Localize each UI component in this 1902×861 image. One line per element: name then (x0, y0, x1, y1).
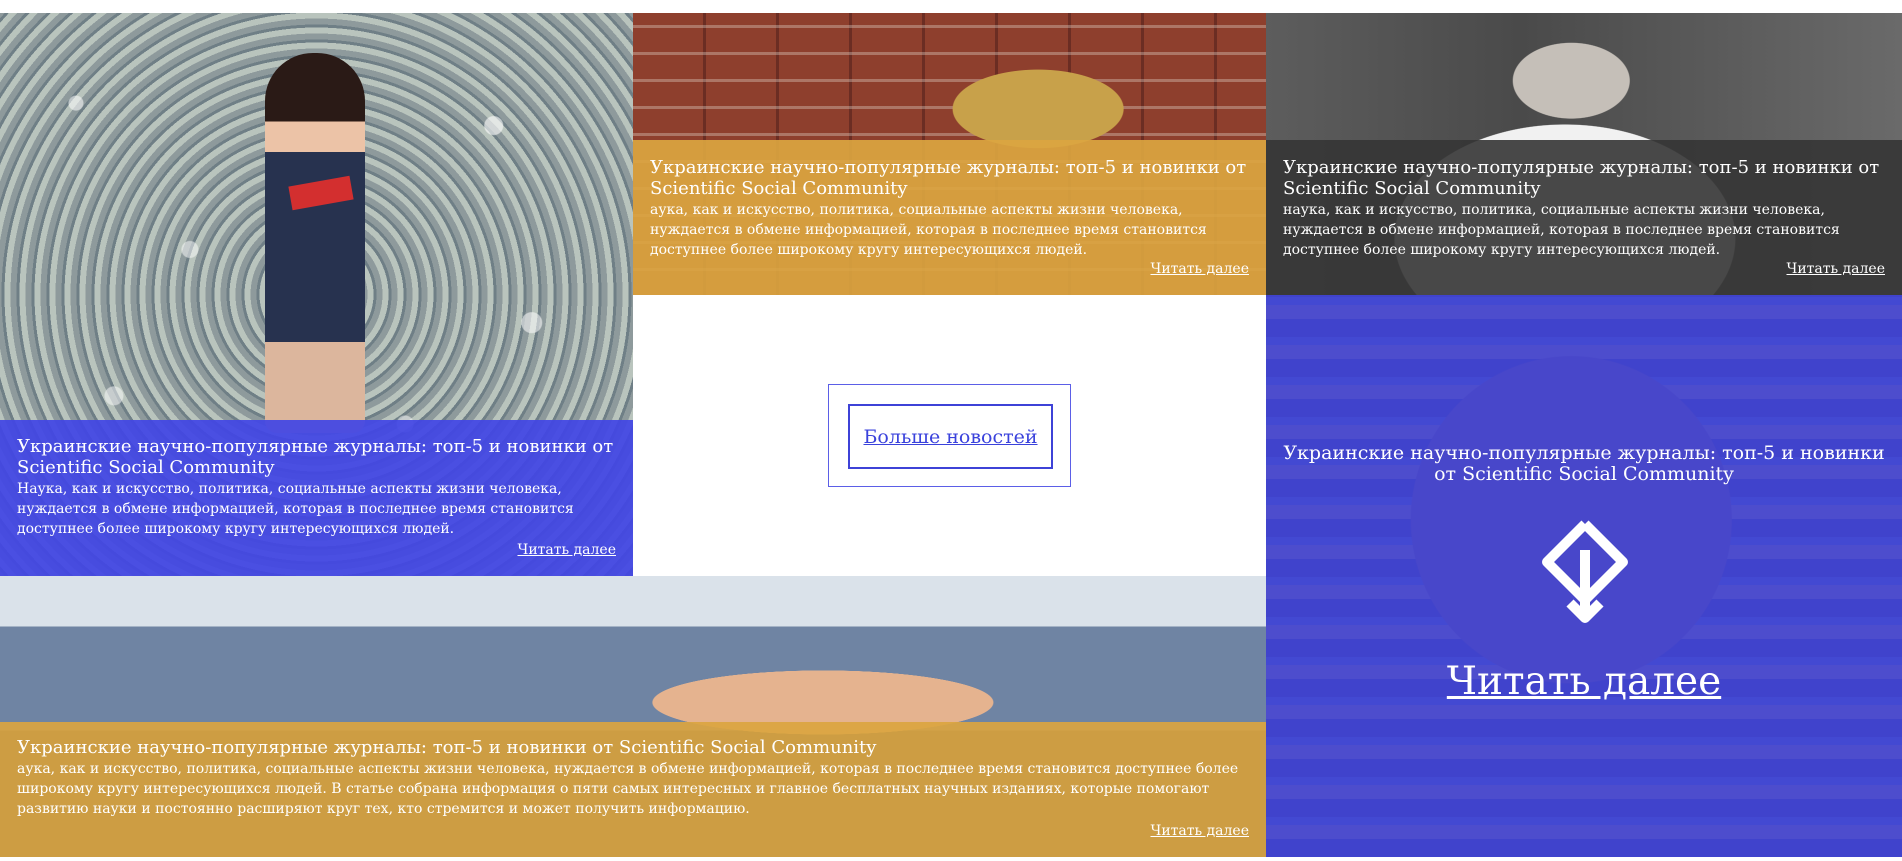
news-card-1[interactable]: Украинские научно-популярные журналы: то… (0, 13, 633, 576)
news-card-2[interactable]: Украинские научно-популярные журналы: то… (633, 13, 1266, 295)
card-text: аука, как и искусство, политика, социаль… (17, 761, 1239, 817)
featured-card[interactable]: Украинские научно-популярные журналы: то… (1266, 295, 1902, 857)
read-more-link[interactable]: Читать далее (1151, 823, 1250, 839)
more-news-button[interactable]: Больше новостей (848, 404, 1053, 469)
reading-woman-image (265, 53, 365, 433)
card-text: наука, как и искусство, политика, социал… (1283, 202, 1840, 258)
news-card-4[interactable]: Украинские научно-популярные журналы: то… (0, 576, 1266, 857)
more-news-frame: Больше новостей (828, 384, 1071, 487)
read-more-link[interactable]: Читать далее (1151, 261, 1250, 277)
card-title: Украинские научно-популярные журналы: то… (17, 436, 614, 478)
card-title: Украинские научно-популярные журналы: то… (17, 737, 877, 758)
card-overlay: Украинские научно-популярные журналы: то… (1266, 295, 1902, 857)
featured-title: Украинские научно-популярные журналы: то… (1283, 442, 1885, 485)
read-more-link[interactable]: Читать далее (1787, 261, 1886, 277)
card-overlay: Украинские научно-популярные журналы: то… (0, 722, 1266, 857)
card-overlay: Украинские научно-популярные журналы: то… (0, 420, 633, 576)
card-text: аука, как и искусство, политика, социаль… (650, 202, 1207, 258)
card-overlay: Украинские научно-популярные журналы: то… (1266, 140, 1902, 295)
news-card-3[interactable]: Украинские научно-популярные журналы: то… (1266, 13, 1902, 295)
card-title: Украинские научно-популярные журналы: то… (650, 157, 1247, 199)
card-text: Наука, как и искусство, политика, социал… (17, 481, 574, 537)
arrow-down-icon (1542, 520, 1628, 623)
featured-read-more-link[interactable]: Читать далее (1266, 660, 1902, 704)
card-title: Украинские научно-популярные журналы: то… (1283, 157, 1880, 199)
read-more-link[interactable]: Читать далее (518, 542, 617, 558)
card-overlay: Украинские научно-популярные журналы: то… (633, 140, 1266, 295)
